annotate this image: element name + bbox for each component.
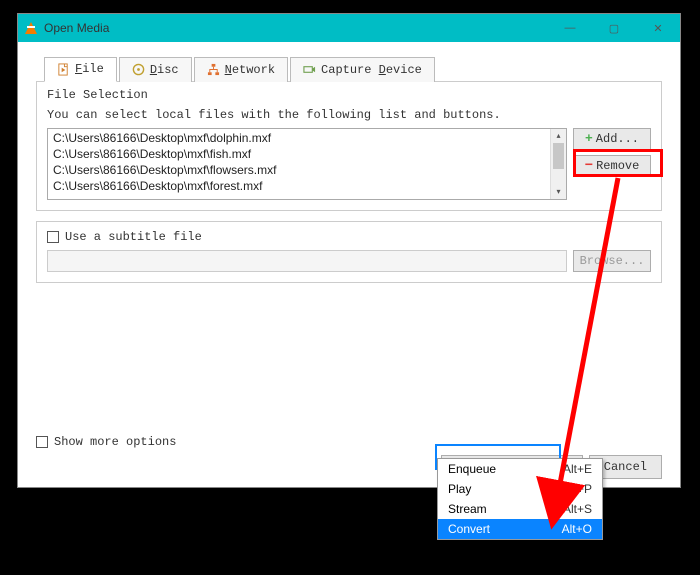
file-selection-hint: You can select local files with the foll… <box>47 108 651 122</box>
menu-item-shortcut: Alt+S <box>563 502 592 516</box>
tab-network-label: Network <box>225 63 275 77</box>
menu-item-enqueue[interactable]: Enqueue Alt+E <box>438 459 602 479</box>
file-list-scrollbar[interactable]: ▴ ▾ <box>550 129 566 199</box>
show-more-label: Show more options <box>54 435 176 449</box>
remove-button[interactable]: − Remove <box>573 155 651 177</box>
file-list-item[interactable]: C:\Users\86166\Desktop\mxf\dolphin.mxf <box>48 130 566 146</box>
file-icon <box>57 63 70 76</box>
plus-icon: + <box>585 133 593 145</box>
vlc-cone-icon <box>24 21 38 35</box>
menu-item-label: Enqueue <box>448 462 563 476</box>
disc-icon <box>132 63 145 76</box>
subtitle-path-input[interactable] <box>47 250 567 272</box>
browse-button[interactable]: Browse... <box>573 250 651 272</box>
minimize-button[interactable]: — <box>548 14 592 42</box>
menu-item-shortcut: Alt+E <box>563 462 592 476</box>
tabstrip: File Disc Network Capture Device <box>44 56 662 82</box>
menu-item-stream[interactable]: Stream Alt+S <box>438 499 602 519</box>
tab-disc[interactable]: Disc <box>119 57 192 82</box>
window-title: Open Media <box>44 21 109 35</box>
scroll-up-icon[interactable]: ▴ <box>551 129 566 143</box>
tab-network[interactable]: Network <box>194 57 288 82</box>
close-button[interactable]: ✕ <box>636 14 680 42</box>
titlebar-buttons: — ▢ ✕ <box>548 14 680 42</box>
file-list[interactable]: C:\Users\86166\Desktop\mxf\dolphin.mxf C… <box>47 128 567 200</box>
open-media-window: Open Media — ▢ ✕ File Disc <box>17 13 681 488</box>
capture-icon <box>303 63 316 76</box>
file-buttons: + Add... − Remove <box>573 128 651 200</box>
file-list-item[interactable]: C:\Users\86166\Desktop\mxf\forest.mxf <box>48 178 566 194</box>
add-button-label: Add... <box>596 132 639 146</box>
menu-item-shortcut: Alt+O <box>562 522 592 536</box>
show-more-row: Show more options <box>36 435 662 449</box>
tab-file-label: File <box>75 62 104 76</box>
menu-item-play[interactable]: Play Alt+P <box>438 479 602 499</box>
subtitle-check-label: Use a subtitle file <box>65 230 202 244</box>
file-selection-legend: File Selection <box>47 88 651 102</box>
menu-item-label: Play <box>448 482 563 496</box>
file-selection-fieldset: File Selection You can select local file… <box>36 81 662 211</box>
menu-item-convert[interactable]: Convert Alt+O <box>438 519 602 539</box>
tab-capture[interactable]: Capture Device <box>290 57 435 82</box>
tab-capture-label: Capture Device <box>321 63 422 77</box>
titlebar: Open Media — ▢ ✕ <box>18 14 680 42</box>
remove-button-label: Remove <box>596 159 639 173</box>
menu-item-shortcut: Alt+P <box>563 482 592 496</box>
convert-save-menu: Enqueue Alt+E Play Alt+P Stream Alt+S Co… <box>437 458 603 540</box>
add-button[interactable]: + Add... <box>573 128 651 150</box>
show-more-checkbox[interactable] <box>36 436 48 448</box>
tab-file[interactable]: File <box>44 57 117 82</box>
scroll-thumb[interactable] <box>553 143 564 169</box>
subtitle-fieldset: Use a subtitle file Browse... <box>36 221 662 283</box>
subtitle-checkbox[interactable] <box>47 231 59 243</box>
scroll-down-icon[interactable]: ▾ <box>551 185 566 199</box>
file-list-item[interactable]: C:\Users\86166\Desktop\mxf\flowsers.mxf <box>48 162 566 178</box>
tab-disc-label: Disc <box>150 63 179 77</box>
network-icon <box>207 63 220 76</box>
maximize-button[interactable]: ▢ <box>592 14 636 42</box>
minus-icon: − <box>585 160 593 172</box>
menu-item-label: Stream <box>448 502 563 516</box>
menu-item-label: Convert <box>448 522 562 536</box>
client-area: File Disc Network Capture Device <box>18 42 680 487</box>
file-list-item[interactable]: C:\Users\86166\Desktop\mxf\fish.mxf <box>48 146 566 162</box>
